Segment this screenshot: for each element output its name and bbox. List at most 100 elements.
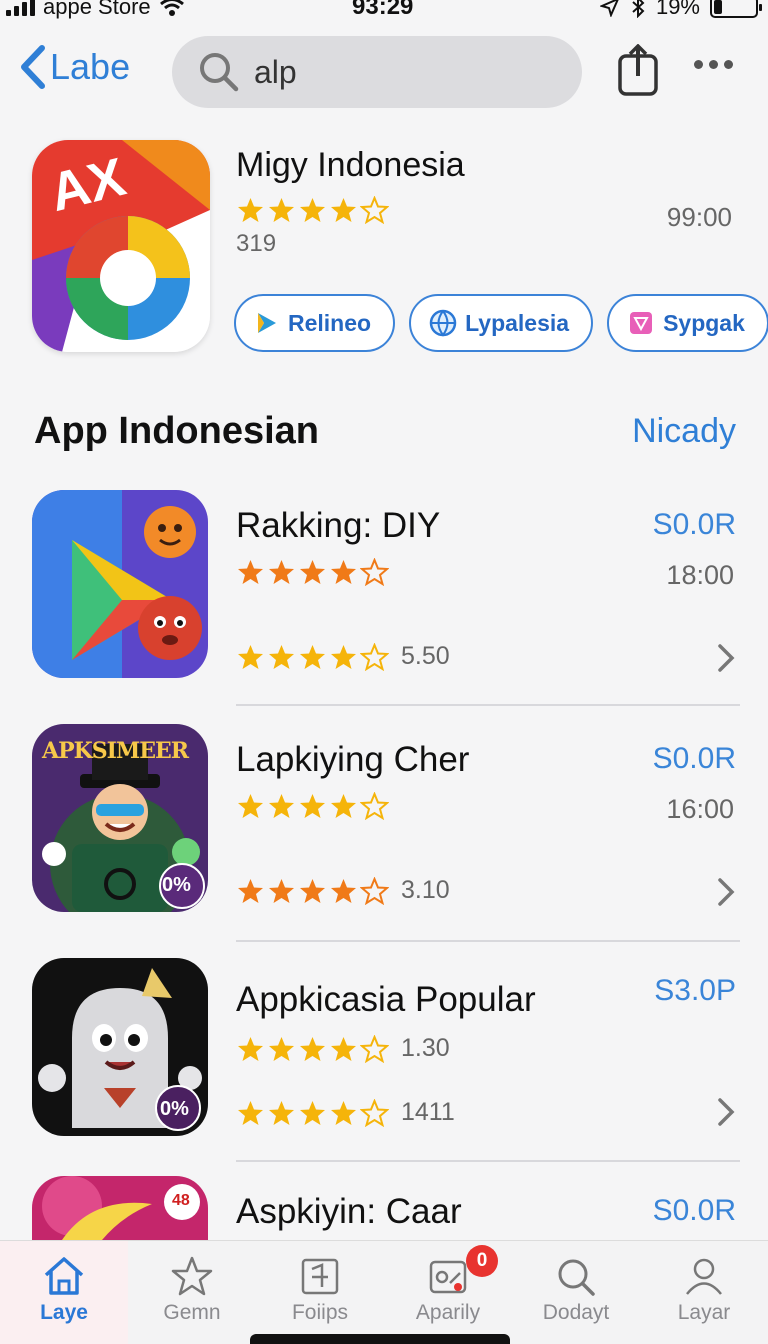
app-row[interactable]: APKSIMEER 0% Lapkiying Cher S0.0R 16:00 … <box>32 724 740 914</box>
chevron-left-icon <box>21 45 45 89</box>
star-filled-icon <box>269 878 294 903</box>
star-filled-icon <box>300 878 325 903</box>
chip-label: Sypgak <box>663 309 745 336</box>
location-icon <box>599 0 619 17</box>
tab-label: Gemn <box>163 1301 221 1324</box>
rating-row: 1.30 <box>236 1034 450 1063</box>
app-row[interactable]: Rakking: DIY S0.0R 18:00 5.50 <box>32 490 740 680</box>
star-filled-icon <box>331 644 356 669</box>
discount-badge: 0% <box>160 1098 189 1120</box>
rating-stars <box>236 558 389 586</box>
app-price[interactable]: S0.0R <box>653 1194 736 1228</box>
star-filled-icon <box>300 198 325 222</box>
rating-stars <box>236 792 389 820</box>
tab-dodayt[interactable]: Dodayt <box>512 1241 640 1344</box>
discount-badge: 0% <box>162 874 191 896</box>
featured-time: 99:00 <box>666 202 732 232</box>
divider <box>236 1160 740 1162</box>
notification-badge: 0 <box>466 1245 498 1277</box>
play-monsters-icon <box>32 490 208 678</box>
app-row[interactable]: 48 Aspkiyin: Caar S0.0R <box>32 1176 740 1240</box>
app-price[interactable]: S0.0R <box>653 508 736 542</box>
star-filled-icon <box>300 1100 325 1125</box>
star-filled-icon <box>238 878 263 903</box>
featured-app-name: Migy Indonesia <box>236 146 465 184</box>
star-empty-icon <box>360 1034 389 1063</box>
icon-badge-text: 48 <box>172 1192 190 1209</box>
person-icon <box>686 1258 722 1295</box>
more-dot <box>694 60 703 69</box>
share-icon <box>618 43 658 96</box>
ghost-icon: 0% <box>32 958 208 1136</box>
tab-foiips[interactable]: Foiips <box>256 1241 384 1344</box>
divider <box>236 940 740 942</box>
chevron-right-icon <box>718 644 735 672</box>
rating-value: 3.10 <box>401 876 450 904</box>
star-filled-icon <box>269 1036 294 1061</box>
rating-stars <box>236 196 389 224</box>
star-filled-icon <box>331 794 356 818</box>
search-input[interactable] <box>254 53 554 91</box>
search-icon <box>200 53 239 92</box>
rating-stars <box>236 1098 389 1127</box>
home-indicator <box>250 1334 510 1344</box>
battery-icon <box>710 0 762 18</box>
star-filled-icon <box>238 1100 263 1125</box>
magician-icon: APKSIMEER 0% <box>32 724 208 912</box>
document-icon <box>301 1258 339 1295</box>
battery-percent: 19% <box>655 0 700 19</box>
more-dot <box>709 60 718 69</box>
tab-aparily[interactable]: Aparily 0 <box>384 1241 512 1344</box>
tab-label: Dodayt <box>542 1301 610 1324</box>
tab-layar[interactable]: Layar <box>640 1241 768 1344</box>
rating-stars <box>236 876 389 905</box>
rating-row: 5.50 <box>236 642 450 671</box>
star-empty-icon <box>360 1098 389 1127</box>
star-filled-icon <box>238 794 263 818</box>
globe-icon <box>429 309 457 337</box>
star-filled-icon <box>331 878 356 903</box>
tab-laye[interactable]: Laye <box>0 1241 128 1344</box>
tab-label: Laye <box>40 1301 88 1324</box>
more-dot <box>724 60 733 69</box>
banana-icon: 48 <box>32 1176 208 1240</box>
chevron-right-icon <box>718 878 735 906</box>
share-button[interactable] <box>616 43 660 96</box>
rating-value: 5.50 <box>401 642 450 670</box>
star-filled-icon <box>238 644 263 669</box>
chip-lypalesia[interactable]: Lypalesia <box>409 294 594 352</box>
section-see-all-link[interactable]: Nicady <box>632 412 736 451</box>
rating-stars <box>236 1034 389 1063</box>
arrow-play-icon <box>258 313 276 333</box>
star-empty-icon <box>360 196 389 224</box>
app-time: 16:00 <box>666 794 734 824</box>
app-name: Rakking: DIY <box>236 506 441 545</box>
apps-icon <box>429 1260 467 1294</box>
star-filled-icon <box>238 560 263 584</box>
wifi-icon <box>159 0 184 16</box>
star-icon <box>171 1256 213 1296</box>
chip-relineo[interactable]: Relineo <box>234 294 396 352</box>
star-filled-icon <box>331 198 356 222</box>
search-icon <box>558 1259 595 1296</box>
app-row[interactable]: 0% Appkicasia Popular S3.0P 1.30 1411 <box>32 958 740 1138</box>
chevron-right-icon <box>718 1098 735 1126</box>
star-empty-icon <box>360 642 389 671</box>
star-filled-icon <box>331 1036 356 1061</box>
star-filled-icon <box>300 794 325 818</box>
star-filled-icon <box>300 644 325 669</box>
star-filled-icon <box>269 198 294 222</box>
back-button[interactable]: Labe <box>18 44 130 90</box>
tab-gemn[interactable]: Gemn <box>128 1241 256 1344</box>
status-bar: appe Store 93:29 19% <box>0 0 768 24</box>
app-price[interactable]: S3.0P <box>654 974 736 1008</box>
app-price[interactable]: S0.0R <box>653 742 736 776</box>
search-bar[interactable] <box>172 36 582 108</box>
tab-label: Foiips <box>291 1301 349 1324</box>
more-button[interactable] <box>694 60 733 69</box>
chip-sypgak[interactable]: Sypgak <box>607 294 768 352</box>
featured-app-icon[interactable]: AX <box>32 140 210 352</box>
section-title: App Indonesian <box>34 410 319 452</box>
rating-row: 1411 <box>236 1098 455 1127</box>
rating-count: 319 <box>236 230 277 257</box>
